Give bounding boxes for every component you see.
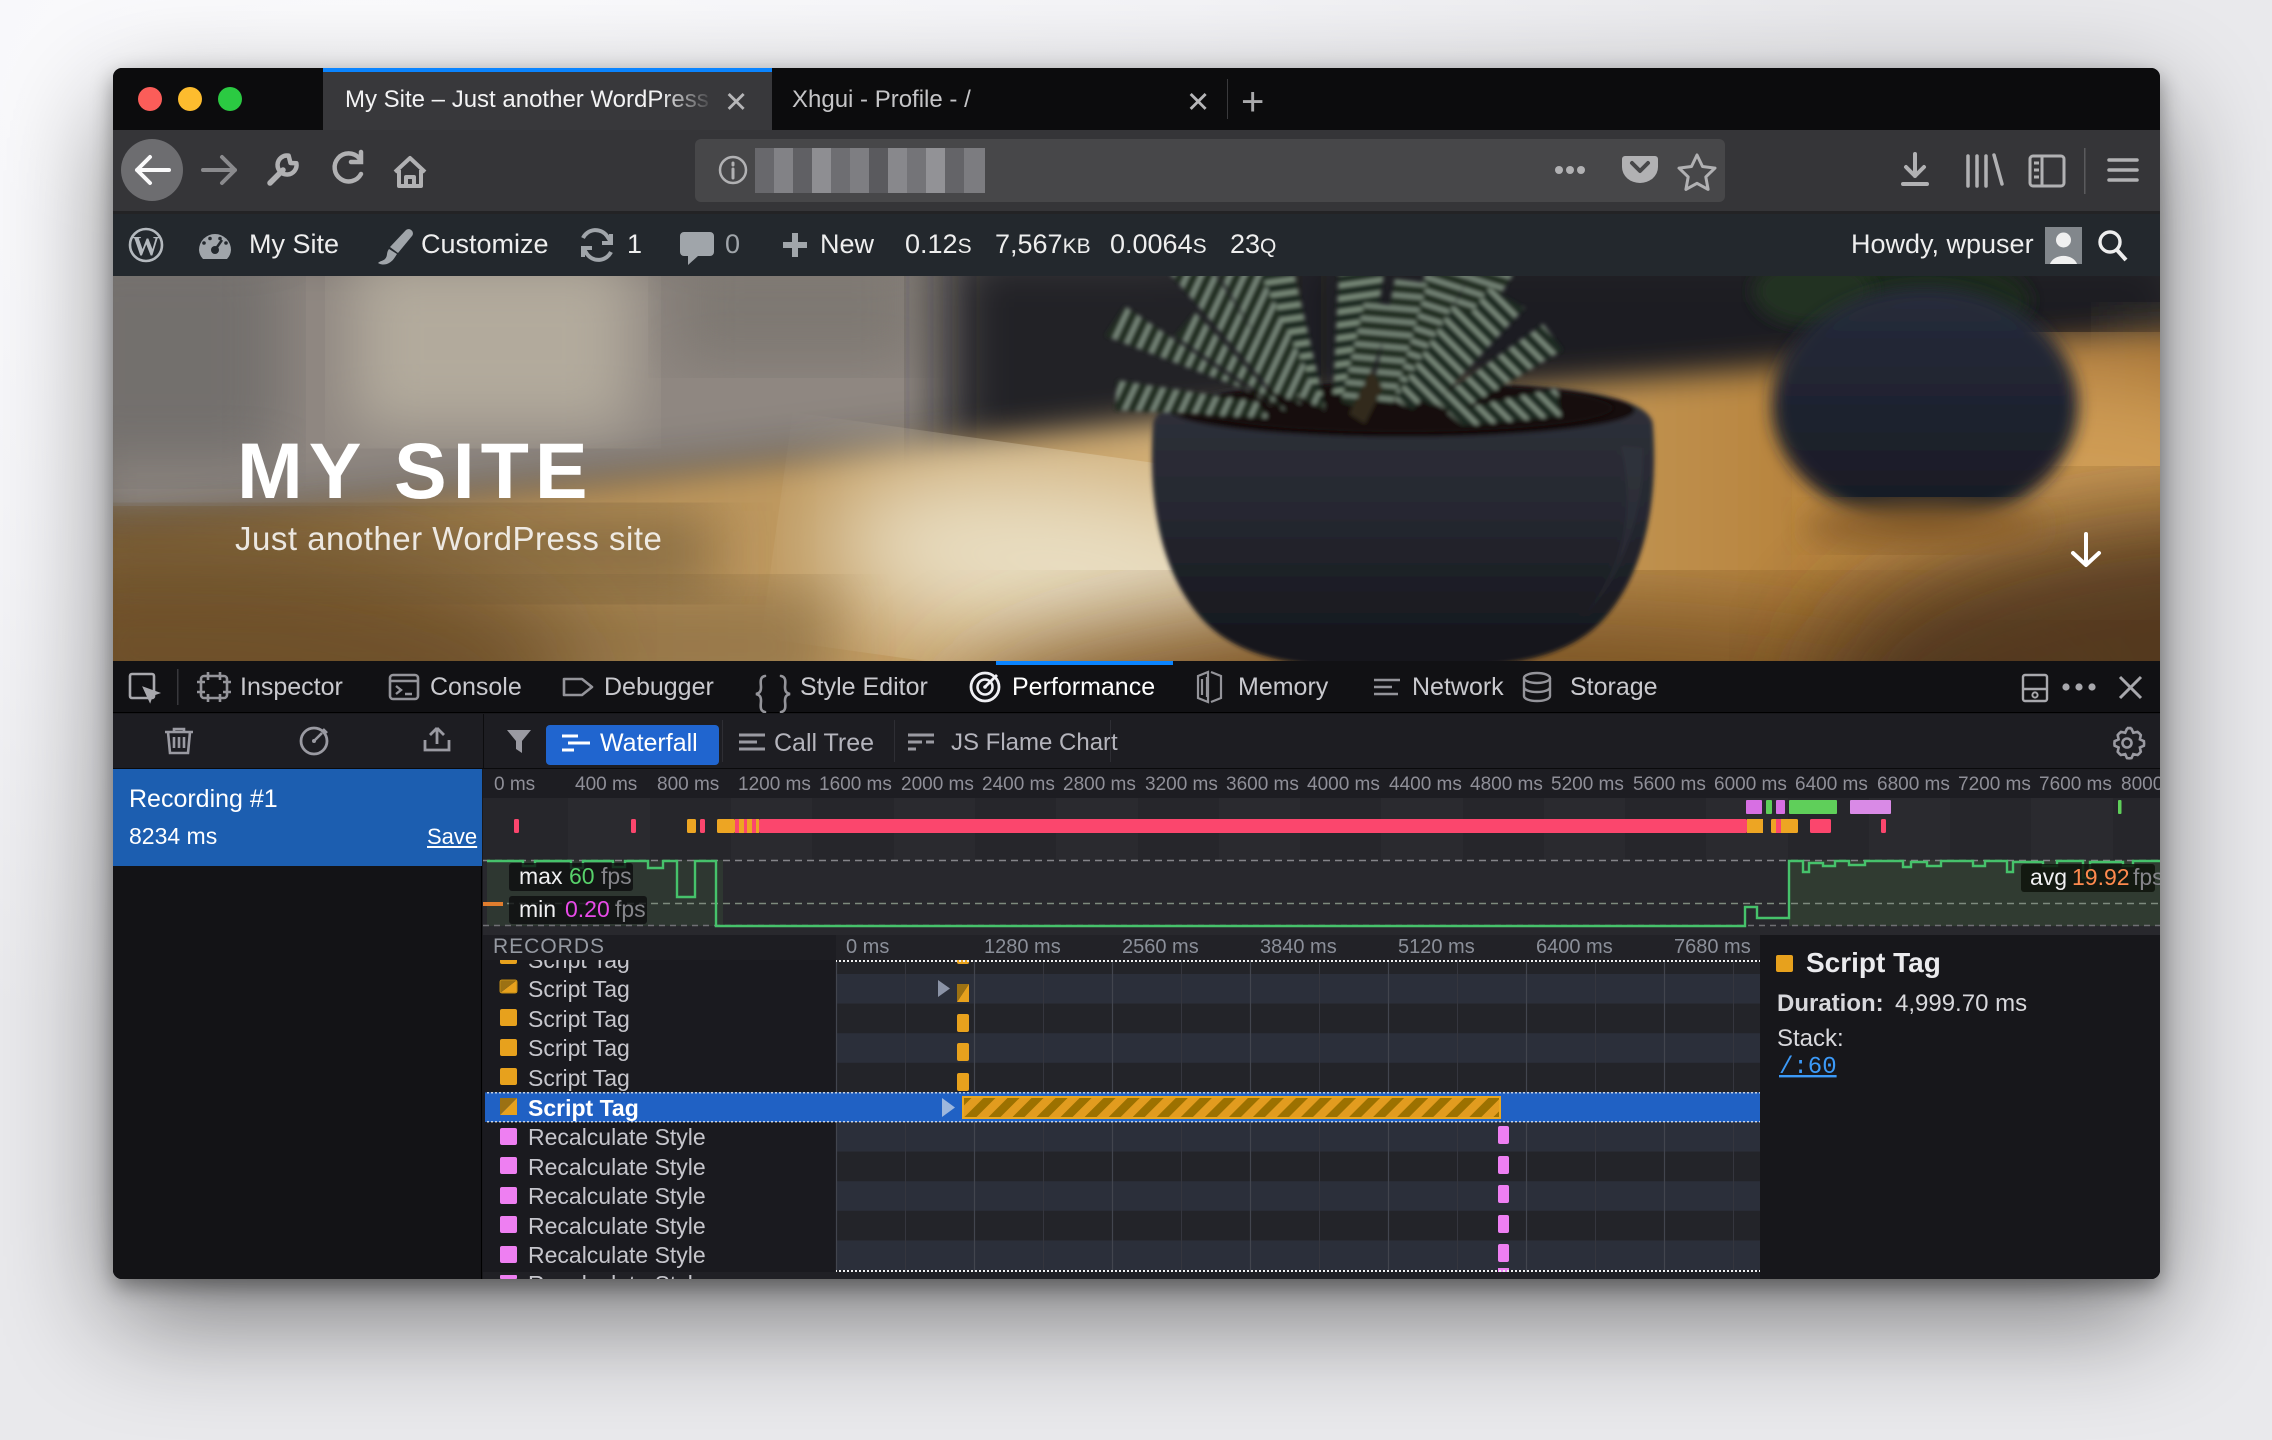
svg-text:Script Tag: Script Tag bbox=[528, 1065, 630, 1091]
svg-text:4400 ms: 4400 ms bbox=[1389, 774, 1462, 795]
svg-text:7680 ms: 7680 ms bbox=[1674, 936, 1751, 958]
svg-text:400 ms: 400 ms bbox=[575, 774, 637, 795]
svg-text:fps: fps bbox=[601, 863, 632, 889]
svg-text:7600 ms: 7600 ms bbox=[2039, 774, 2112, 795]
svg-text:W: W bbox=[133, 231, 160, 261]
svg-text:3600 ms: 3600 ms bbox=[1226, 774, 1299, 795]
svg-text:avg: avg bbox=[2030, 864, 2067, 890]
svg-text:19.92: 19.92 bbox=[2072, 864, 2130, 890]
svg-text:RECORDS: RECORDS bbox=[493, 935, 605, 958]
svg-text:Recalculate Style: Recalculate Style bbox=[528, 1124, 706, 1150]
svg-text:fps: fps bbox=[2133, 864, 2160, 890]
svg-text:6800 ms: 6800 ms bbox=[1877, 774, 1950, 795]
svg-text:1280 ms: 1280 ms bbox=[984, 936, 1061, 958]
svg-text:2800 ms: 2800 ms bbox=[1063, 774, 1136, 795]
svg-text:Recalculate Style: Recalculate Style bbox=[528, 1213, 706, 1239]
svg-text:/:60: /:60 bbox=[1779, 1054, 1837, 1081]
svg-text:1600 ms: 1600 ms bbox=[819, 774, 892, 795]
svg-text:5200 ms: 5200 ms bbox=[1551, 774, 1624, 795]
svg-text:Recalculate Style: Recalculate Style bbox=[528, 1242, 706, 1268]
svg-text:fps: fps bbox=[615, 896, 646, 922]
svg-text:6400 ms: 6400 ms bbox=[1795, 774, 1868, 795]
svg-text:max: max bbox=[519, 863, 563, 889]
svg-text:2000 ms: 2000 ms bbox=[901, 774, 974, 795]
svg-text:2560 ms: 2560 ms bbox=[1122, 936, 1199, 958]
svg-text:60: 60 bbox=[569, 863, 595, 889]
svg-text:4000 ms: 4000 ms bbox=[1307, 774, 1380, 795]
svg-text:3840 ms: 3840 ms bbox=[1260, 936, 1337, 958]
svg-text:Duration:: Duration: bbox=[1777, 990, 1884, 1017]
svg-text:Recalculate Style: Recalculate Style bbox=[528, 1154, 706, 1180]
svg-text:6400 ms: 6400 ms bbox=[1536, 936, 1613, 958]
svg-text:Recalculate Style: Recalculate Style bbox=[528, 1183, 706, 1209]
svg-text:min: min bbox=[519, 896, 556, 922]
svg-text:0 ms: 0 ms bbox=[846, 936, 889, 958]
svg-text:6000 ms: 6000 ms bbox=[1714, 774, 1787, 795]
svg-text:Stack:: Stack: bbox=[1777, 1025, 1844, 1052]
svg-text:5120 ms: 5120 ms bbox=[1398, 936, 1475, 958]
svg-text:0 ms: 0 ms bbox=[494, 774, 535, 795]
svg-text:8000: 8000 bbox=[2121, 774, 2160, 795]
svg-text:4,999.70 ms: 4,999.70 ms bbox=[1895, 990, 2027, 1017]
svg-text:Script Tag: Script Tag bbox=[528, 1095, 639, 1121]
svg-text:7200 ms: 7200 ms bbox=[1958, 774, 2031, 795]
svg-text:2400 ms: 2400 ms bbox=[982, 774, 1055, 795]
svg-text:0.20: 0.20 bbox=[565, 896, 610, 922]
svg-text:800 ms: 800 ms bbox=[657, 774, 719, 795]
svg-text:1200 ms: 1200 ms bbox=[738, 774, 811, 795]
svg-text:Script Tag: Script Tag bbox=[528, 976, 630, 1002]
svg-text:Script Tag: Script Tag bbox=[528, 1035, 630, 1061]
svg-text:3200 ms: 3200 ms bbox=[1145, 774, 1218, 795]
svg-text:Script Tag: Script Tag bbox=[528, 1006, 630, 1032]
svg-text:Script Tag: Script Tag bbox=[1806, 947, 1941, 978]
svg-text:4800 ms: 4800 ms bbox=[1470, 774, 1543, 795]
svg-text:5600 ms: 5600 ms bbox=[1633, 774, 1706, 795]
svg-text:Recalculate Style: Recalculate Style bbox=[528, 1271, 706, 1279]
